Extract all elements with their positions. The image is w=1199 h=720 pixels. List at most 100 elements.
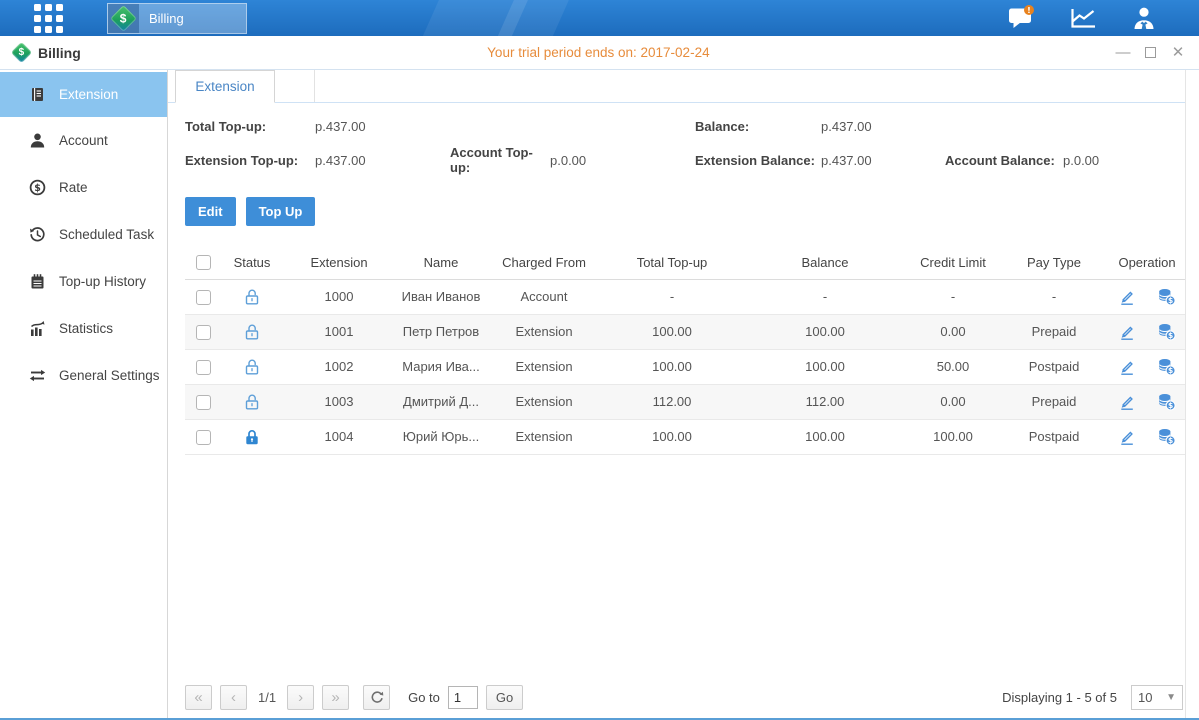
last-page-button[interactable]: » xyxy=(322,685,349,710)
balance-summary: Total Top-up: p.437.00 Balance: p.437.00… xyxy=(185,103,1185,175)
maximize-button[interactable] xyxy=(1145,47,1156,58)
minimize-button[interactable]: — xyxy=(1116,46,1130,60)
refresh-button[interactable] xyxy=(363,685,390,710)
trial-notice: Your trial period ends on: 2017-02-24 xyxy=(81,45,1116,60)
cell-credit-limit: 50.00 xyxy=(907,349,999,384)
table-row[interactable]: 1001 Петр Петров Extension 100.00 100.00… xyxy=(185,314,1185,349)
taskbar-app-label: Billing xyxy=(139,11,246,26)
sidebar-item-label: Top-up History xyxy=(59,274,146,289)
edit-icon[interactable] xyxy=(1118,323,1136,341)
window-title: Billing xyxy=(38,45,81,61)
cell-credit-limit: 100.00 xyxy=(907,419,999,454)
balance-label: Balance: xyxy=(695,119,821,134)
page-indicator: 1/1 xyxy=(258,690,276,705)
close-button[interactable]: ✕ xyxy=(1171,46,1185,60)
col-extension: Extension xyxy=(283,246,395,279)
tab-strip: Extension xyxy=(168,70,1185,103)
cell-name: Петр Петров xyxy=(395,314,487,349)
topup-coins-icon[interactable]: $ xyxy=(1157,322,1176,341)
tab-strip-divider xyxy=(275,70,315,102)
table-row[interactable]: 1002 Мария Ива... Extension 100.00 100.0… xyxy=(185,349,1185,384)
row-checkbox[interactable] xyxy=(196,290,211,305)
table-row[interactable]: 1004 Юрий Юрь... Extension 100.00 100.00… xyxy=(185,419,1185,454)
page-size-value: 10 xyxy=(1138,690,1152,705)
sidebar-item-rate[interactable]: $ Rate xyxy=(0,164,167,211)
sidebar-item-top-up-history[interactable]: Top-up History xyxy=(0,258,167,305)
table-row[interactable]: 1000 Иван Иванов Account - - - - $ xyxy=(185,279,1185,314)
cell-charged-from: Extension xyxy=(487,419,601,454)
cell-pay-type: Postpaid xyxy=(999,419,1109,454)
page-size-select[interactable]: 10 ▼ xyxy=(1131,685,1183,710)
scheduled-task-icon xyxy=(29,226,46,243)
statistics-chart-icon[interactable] xyxy=(1070,6,1097,30)
svg-text:$: $ xyxy=(1168,366,1173,375)
account-icon xyxy=(29,132,46,149)
cell-pay-type: Postpaid xyxy=(999,349,1109,384)
cell-name: Юрий Юрь... xyxy=(395,419,487,454)
svg-text:$: $ xyxy=(1168,401,1173,410)
topup-coins-icon[interactable]: $ xyxy=(1157,357,1176,376)
cell-charged-from: Extension xyxy=(487,384,601,419)
sidebar-item-statistics[interactable]: Statistics xyxy=(0,305,167,352)
edit-button[interactable]: Edit xyxy=(185,197,236,226)
user-account-icon[interactable] xyxy=(1131,6,1157,30)
sidebar-item-label: Statistics xyxy=(59,321,113,336)
window-titlebar: $ Billing Your trial period ends on: 201… xyxy=(0,36,1199,70)
cell-extension: 1001 xyxy=(283,314,395,349)
taskbar-billing-app[interactable]: $ Billing xyxy=(107,3,247,34)
rate-icon: $ xyxy=(29,179,46,196)
displaying-text: Displaying 1 - 5 of 5 xyxy=(1002,690,1117,705)
col-name: Name xyxy=(395,246,487,279)
extension-balance-value: p.437.00 xyxy=(821,153,945,168)
cell-pay-type: - xyxy=(999,279,1109,314)
select-all-checkbox[interactable] xyxy=(196,255,211,270)
apps-menu-icon[interactable] xyxy=(34,4,63,33)
cell-total-topup: 112.00 xyxy=(601,384,743,419)
goto-page-input[interactable] xyxy=(448,686,478,709)
cell-total-topup: 100.00 xyxy=(601,314,743,349)
topup-coins-icon[interactable]: $ xyxy=(1157,427,1176,446)
prev-page-button[interactable]: ‹ xyxy=(220,685,247,710)
sidebar-item-account[interactable]: Account xyxy=(0,117,167,164)
row-checkbox[interactable] xyxy=(196,430,211,445)
cell-credit-limit: - xyxy=(907,279,999,314)
window-controls: — ✕ xyxy=(1116,46,1185,60)
row-checkbox[interactable] xyxy=(196,360,211,375)
row-checkbox[interactable] xyxy=(196,395,211,410)
topbar-decoration xyxy=(419,0,571,36)
topup-coins-icon[interactable]: $ xyxy=(1157,287,1176,306)
table-row[interactable]: 1003 Дмитрий Д... Extension 112.00 112.0… xyxy=(185,384,1185,419)
cell-pay-type: Prepaid xyxy=(999,384,1109,419)
edit-icon[interactable] xyxy=(1118,393,1136,411)
lock-open-icon xyxy=(242,287,262,307)
topup-button[interactable]: Top Up xyxy=(246,197,316,226)
table-header-row: Status Extension Name Charged From Total… xyxy=(185,246,1185,279)
cell-balance: - xyxy=(743,279,907,314)
extension-topup-label: Extension Top-up: xyxy=(185,153,315,168)
desktop-topbar: $ Billing ! xyxy=(0,0,1199,36)
col-operation: Operation xyxy=(1109,246,1185,279)
sidebar-item-label: Account xyxy=(59,133,108,148)
edit-icon[interactable] xyxy=(1118,288,1136,306)
lock-open-icon xyxy=(242,322,262,342)
edit-icon[interactable] xyxy=(1118,358,1136,376)
cell-name: Дмитрий Д... xyxy=(395,384,487,419)
cell-credit-limit: 0.00 xyxy=(907,314,999,349)
edit-icon[interactable] xyxy=(1118,428,1136,446)
cell-total-topup: - xyxy=(601,279,743,314)
extensions-table: Status Extension Name Charged From Total… xyxy=(185,246,1185,455)
tab-extension[interactable]: Extension xyxy=(175,70,275,103)
statistics-icon xyxy=(29,320,46,337)
next-page-button[interactable]: › xyxy=(287,685,314,710)
topup-coins-icon[interactable]: $ xyxy=(1157,392,1176,411)
first-page-button[interactable]: « xyxy=(185,685,212,710)
row-checkbox[interactable] xyxy=(196,325,211,340)
cell-name: Иван Иванов xyxy=(395,279,487,314)
svg-text:$: $ xyxy=(34,183,41,194)
messages-icon[interactable]: ! xyxy=(1008,5,1036,31)
billing-window: $ Billing ! $ Billing Your trial period … xyxy=(0,0,1199,720)
sidebar-item-extension[interactable]: Extension xyxy=(0,72,167,117)
sidebar-item-general-settings[interactable]: General Settings xyxy=(0,352,167,399)
go-button[interactable]: Go xyxy=(486,685,523,710)
sidebar-item-scheduled-task[interactable]: Scheduled Task xyxy=(0,211,167,258)
